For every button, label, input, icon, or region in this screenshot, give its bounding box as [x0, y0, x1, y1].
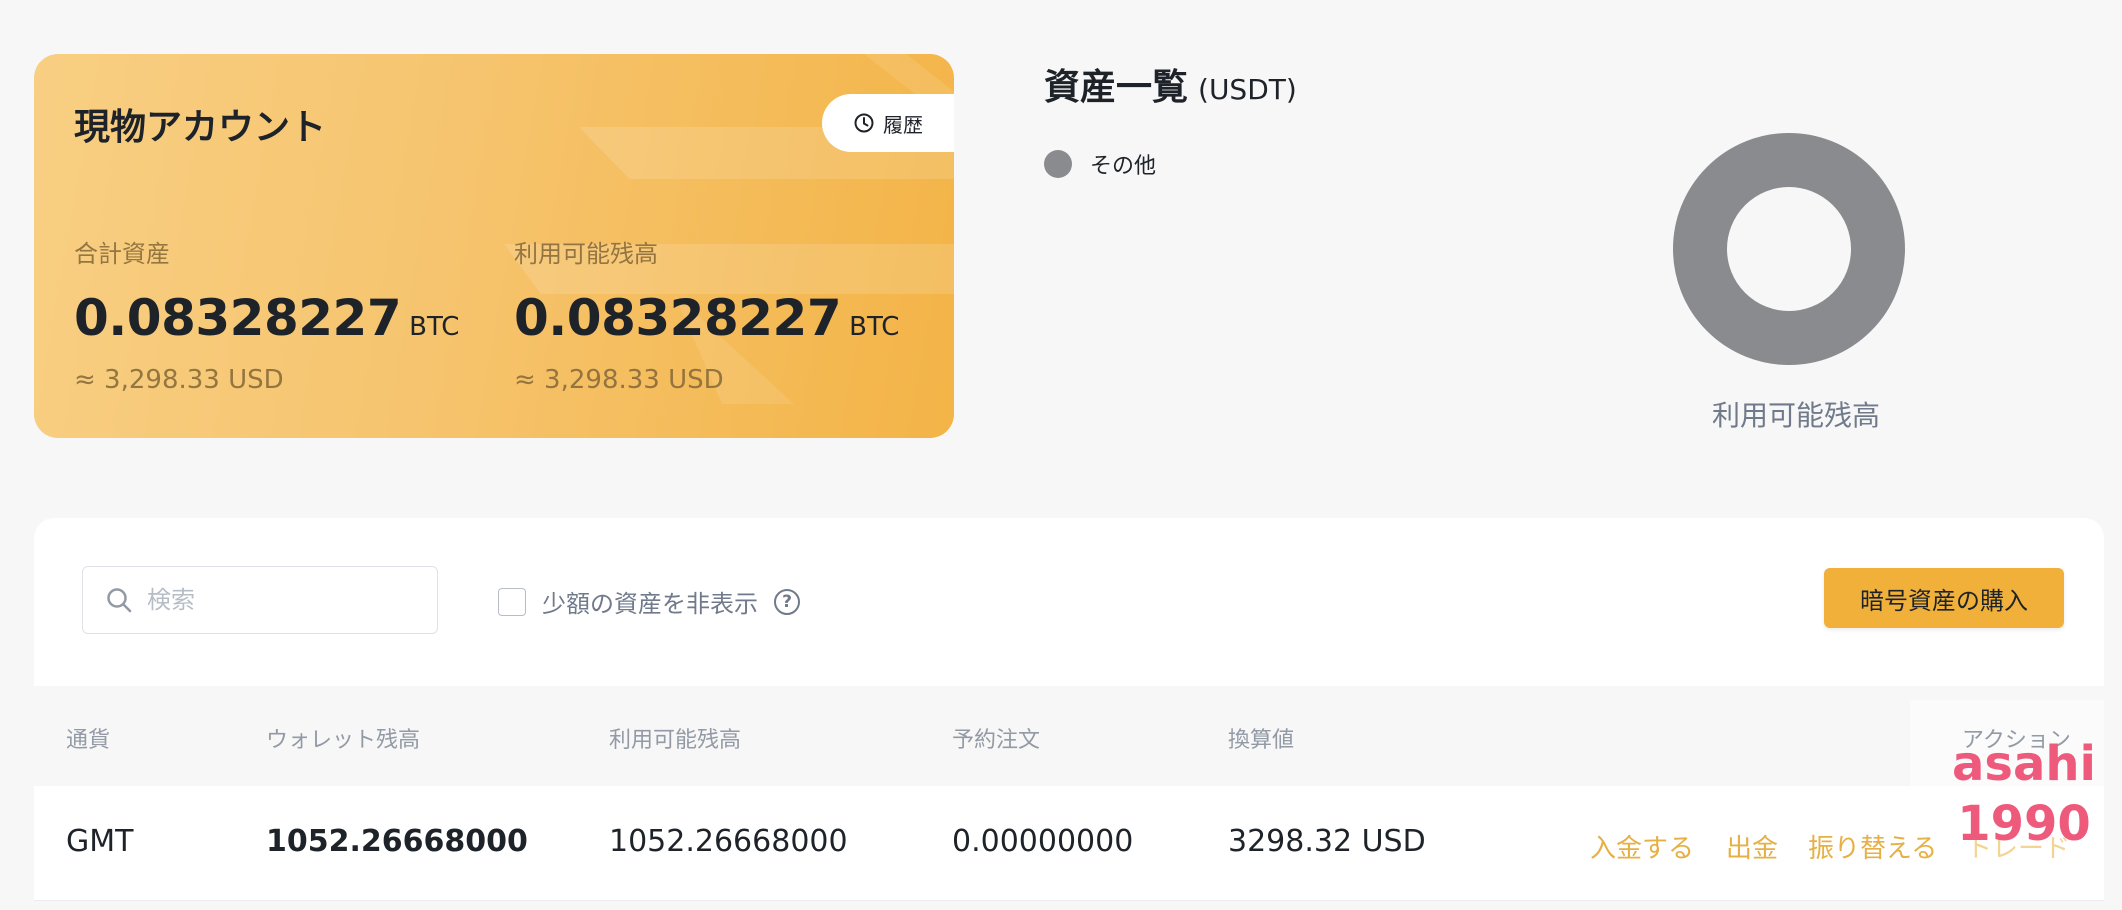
available-balance-label: 利用可能残高: [514, 240, 658, 268]
cell-currency: GMT: [66, 824, 134, 859]
spot-account-card: 現物アカウント 履歴 合計資産 0.08328227 BTC ≈ 3,298.33…: [34, 54, 954, 438]
asset-toolbar: 少額の資産を非表示 ? 暗号資産の購入: [34, 518, 2104, 686]
total-assets: 合計資産 0.08328227 BTC ≈ 3,298.33 USD: [74, 234, 459, 395]
donut-label: 利用可能残高: [1712, 399, 1881, 432]
asset-table-header: 通貨 ウォレット残高 利用可能残高 予約注文 換算値 アクション: [34, 686, 2104, 786]
column-header-wallet-balance: ウォレット残高: [266, 728, 421, 753]
available-balance-unit: BTC: [849, 312, 900, 342]
total-assets-amount: 0.08328227 BTC: [74, 289, 459, 347]
history-label: 履歴: [883, 112, 923, 137]
cell-in-order: 0.00000000: [952, 824, 1134, 859]
legend-item-other: その他: [1044, 148, 1156, 180]
available-balance: 利用可能残高 0.08328227 BTC ≈ 3,298.33 USD: [514, 234, 899, 395]
search-icon: [107, 588, 132, 613]
asset-donut-chart: [1673, 133, 1905, 365]
total-assets-label: 合計資産: [74, 240, 170, 268]
column-header-in-order: 予約注文: [952, 728, 1041, 753]
total-assets-unit: BTC: [409, 312, 460, 342]
total-assets-usd: ≈ 3,298.33 USD: [74, 365, 284, 395]
column-header-currency: 通貨: [66, 728, 111, 753]
column-header-available: 利用可能残高: [609, 728, 742, 753]
help-icon[interactable]: ?: [774, 588, 800, 615]
withdraw-link[interactable]: 出金: [1726, 828, 1778, 865]
clock-icon: [853, 112, 875, 134]
legend-label: その他: [1090, 154, 1157, 179]
cell-available: 1052.26668000: [609, 824, 848, 859]
spot-account-title: 現物アカウント: [74, 107, 327, 148]
hide-small-assets-checkbox[interactable]: [498, 587, 526, 616]
column-header-value: 換算値: [1228, 728, 1295, 753]
donut-slice-other: [1673, 133, 1905, 365]
transfer-link[interactable]: 振り替える: [1808, 828, 1937, 865]
available-balance-amount: 0.08328227 BTC: [514, 289, 899, 347]
available-balance-usd: ≈ 3,298.33 USD: [514, 365, 724, 395]
watermark-line1: asahi: [1952, 736, 2096, 792]
table-row: GMT 1052.26668000 1052.26668000 0.000000…: [34, 786, 2104, 901]
asset-overview-title: 資産一覧 (USDT): [1044, 58, 1297, 110]
legend-dot: [1044, 150, 1072, 178]
search-input[interactable]: [145, 585, 419, 615]
asset-overview-unit: (USDT): [1198, 73, 1297, 106]
hide-small-assets-toggle[interactable]: 少額の資産を非表示 ?: [498, 584, 800, 619]
watermark-line2: 1990: [1957, 796, 2091, 852]
watermark: asahi 1990: [1944, 734, 2104, 854]
cell-wallet-balance: 1052.26668000: [266, 824, 528, 859]
available-balance-value: 0.08328227: [514, 289, 842, 347]
buy-crypto-button[interactable]: 暗号資産の購入: [1824, 568, 2064, 628]
deposit-link[interactable]: 入金する: [1590, 828, 1694, 865]
hide-small-assets-label: 少額の資産を非表示: [542, 590, 758, 618]
cell-value: 3298.32 USD: [1228, 824, 1426, 859]
total-assets-value: 0.08328227: [74, 289, 402, 347]
asset-overview-heading: 資産一覧: [1044, 67, 1189, 108]
history-button[interactable]: 履歴: [822, 94, 954, 152]
search-box[interactable]: [82, 566, 438, 634]
